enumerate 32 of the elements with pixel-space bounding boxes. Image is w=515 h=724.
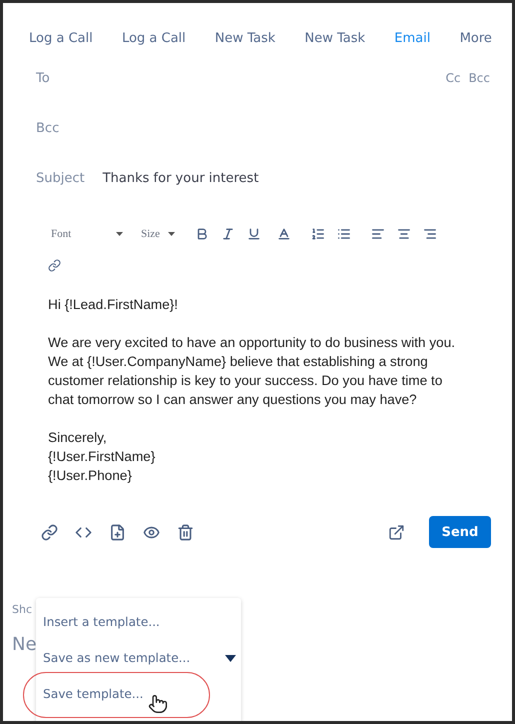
font-picker[interactable]: Font xyxy=(47,224,127,244)
caret-icon xyxy=(168,232,175,236)
email-body-line: {!User.Phone} xyxy=(48,468,132,483)
hand-cursor-icon xyxy=(148,694,168,714)
subject-field[interactable]: Thanks for your interest xyxy=(102,170,259,186)
section-label: Ne xyxy=(12,634,38,655)
email-body-line: customer relationship is key to your success. Do you have time to xyxy=(48,373,442,388)
email-body-line: Sincerely, xyxy=(48,430,107,445)
tab[interactable]: More xyxy=(460,31,492,53)
email-body-line: We are very excited to have an opportunity to do business with you. xyxy=(48,335,456,350)
field-label: Subject xyxy=(36,170,85,186)
tab[interactable]: Log a Call xyxy=(29,31,93,53)
recipient-link[interactable]: Cc xyxy=(446,71,461,85)
tab[interactable]: New Task xyxy=(214,31,276,53)
tab[interactable]: Log a Call xyxy=(122,31,186,53)
size-picker[interactable]: Size xyxy=(137,224,179,244)
caret-icon xyxy=(116,232,123,236)
menu-item[interactable]: Save as new template... xyxy=(36,640,241,676)
section-label: Shc xyxy=(12,603,34,616)
caret-icon xyxy=(225,654,236,662)
field-label: To xyxy=(36,70,50,86)
tab[interactable]: Email xyxy=(394,31,430,53)
email-body-line: {!User.FirstName} xyxy=(48,449,156,464)
field-label: Bcc xyxy=(36,120,60,136)
tab[interactable]: New Task xyxy=(304,31,366,53)
email-body-line: We at {!User.CompanyName} believe that establishing a strong xyxy=(48,354,428,369)
email-body-line: chat tomorrow so I can answer any questions you may have? xyxy=(48,392,417,407)
recipient-link[interactable]: Bcc xyxy=(468,71,490,85)
email-body-line: Hi {!Lead.FirstName}! xyxy=(48,297,178,312)
menu-item[interactable]: Save template... xyxy=(36,676,241,712)
send-button[interactable]: Send xyxy=(429,516,491,548)
menu-item[interactable]: Insert a template... xyxy=(36,604,241,640)
